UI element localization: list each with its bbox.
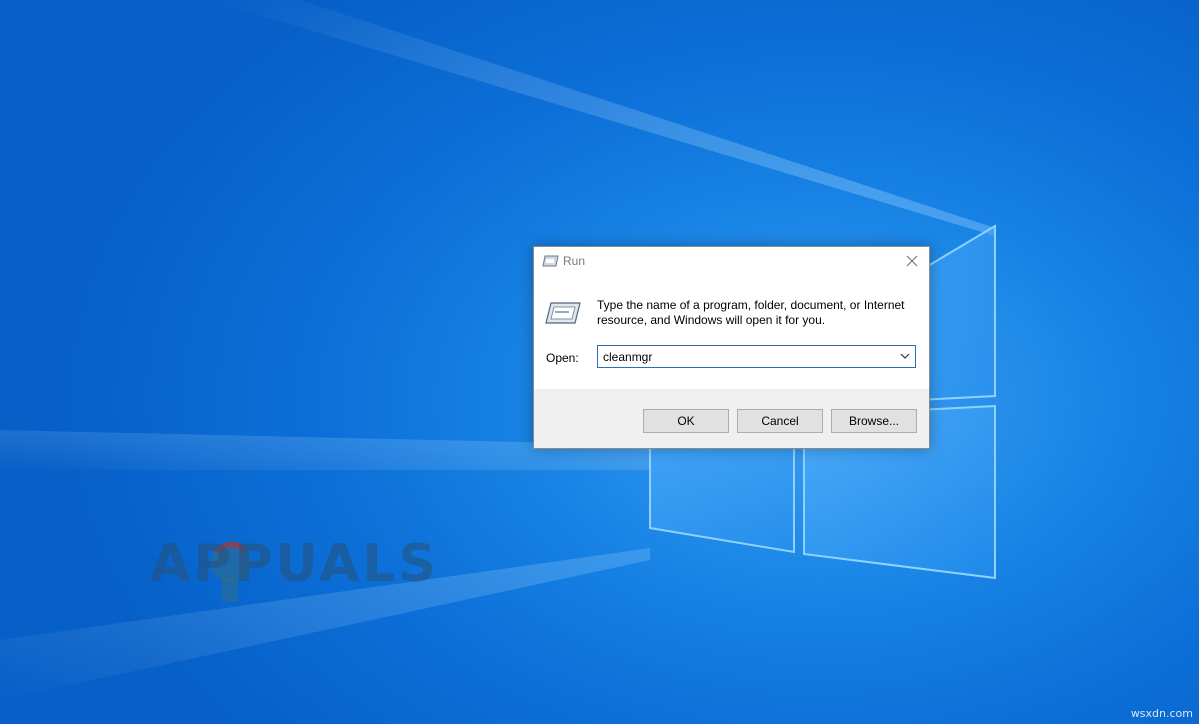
cancel-button[interactable]: Cancel bbox=[737, 409, 823, 433]
dialog-button-bar: OK Cancel Browse... bbox=[534, 389, 929, 448]
run-icon bbox=[542, 255, 559, 267]
description-line-2: resource, and Windows will open it for y… bbox=[597, 313, 826, 327]
browse-button[interactable]: Browse... bbox=[831, 409, 917, 433]
open-dropdown-button[interactable] bbox=[895, 346, 915, 367]
close-button[interactable] bbox=[895, 247, 929, 276]
description-line-1: Type the name of a program, folder, docu… bbox=[597, 298, 905, 312]
dialog-title: Run bbox=[563, 254, 586, 268]
dialog-titlebar[interactable]: Run bbox=[534, 247, 929, 276]
open-combobox[interactable] bbox=[597, 345, 916, 368]
site-tag: wsxdn.com bbox=[1130, 707, 1193, 720]
dialog-description: Type the name of a program, folder, docu… bbox=[597, 298, 917, 328]
desktop-background: APPUALS wsxdn.com Run Type the name of a… bbox=[0, 0, 1199, 724]
close-icon bbox=[906, 255, 918, 267]
appuals-watermark: APPUALS bbox=[150, 528, 436, 608]
watermark-text: APPUALS bbox=[150, 534, 439, 594]
ok-button[interactable]: OK bbox=[643, 409, 729, 433]
chevron-down-icon bbox=[900, 353, 910, 359]
run-program-icon bbox=[545, 302, 581, 324]
run-dialog: Run Type the name of a program, folder, … bbox=[533, 246, 930, 449]
open-label: Open: bbox=[546, 351, 579, 365]
open-input[interactable] bbox=[598, 346, 893, 367]
